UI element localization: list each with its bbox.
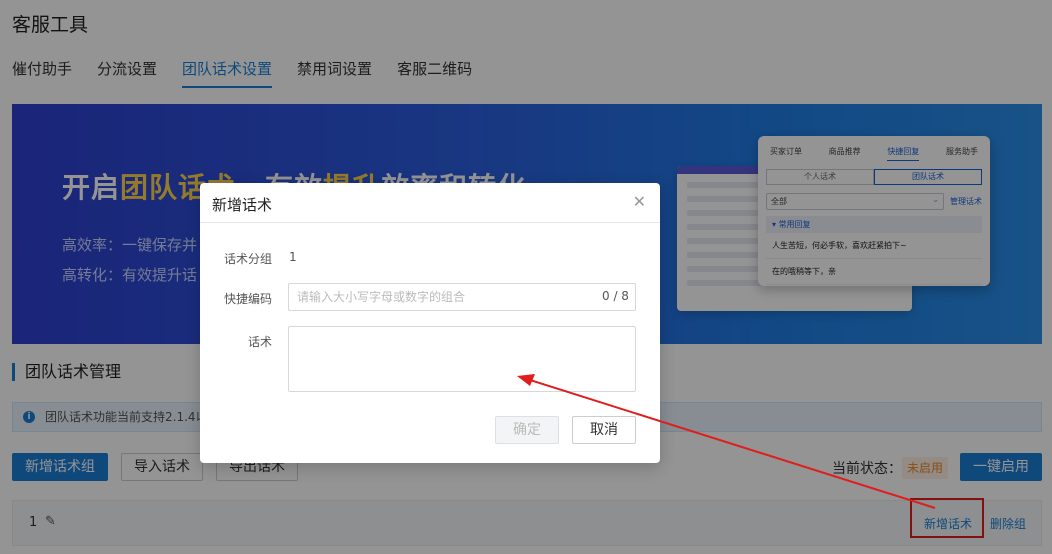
script-textarea[interactable]	[288, 326, 636, 392]
dialog-title: 新增话术	[212, 196, 273, 214]
shortcut-code-label: 快捷编码	[223, 292, 272, 306]
script-label: 话术	[247, 335, 272, 349]
shortcut-code-input[interactable]	[288, 283, 636, 311]
confirm-button[interactable]: 确定	[495, 416, 559, 444]
group-value: 1	[289, 250, 297, 264]
add-script-dialog: 新增话术 ✕ 话术分组 1 快捷编码 0 / 8 话术 确定 取消	[200, 183, 660, 463]
cancel-button[interactable]: 取消	[572, 416, 636, 444]
group-label: 话术分组	[223, 252, 272, 266]
close-icon[interactable]: ✕	[633, 192, 646, 211]
char-counter: 0 / 8	[602, 289, 629, 303]
